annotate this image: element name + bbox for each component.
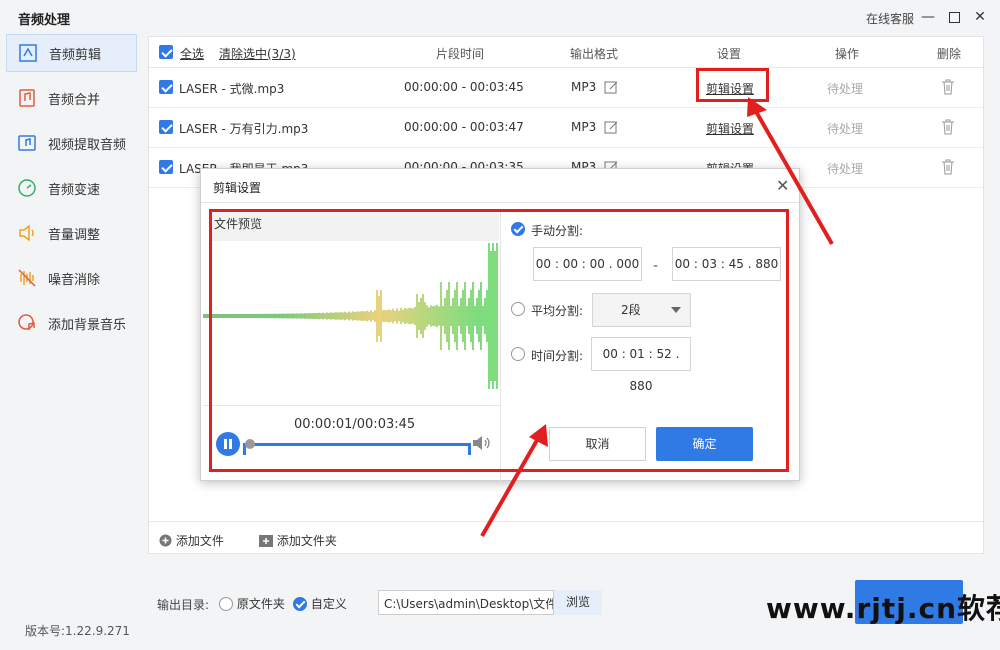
- row-checkbox[interactable]: [159, 160, 173, 174]
- speed-icon: [16, 177, 38, 199]
- sidebar-item-video-extract[interactable]: 视频提取音频: [6, 124, 137, 162]
- row-checkbox[interactable]: [159, 80, 173, 94]
- add-file-label: 添加文件: [175, 534, 224, 548]
- output-format: MP3: [571, 120, 597, 134]
- sidebar-item-audio-cut[interactable]: 音频剪辑: [6, 34, 137, 72]
- trash-icon[interactable]: [941, 79, 955, 98]
- version-label: 版本号:1.22.9.271: [25, 624, 130, 638]
- sidebar-item-noise[interactable]: 噪音消除: [6, 259, 137, 297]
- table-header: 全选 清除选中(3/3) 片段时间 输出格式 设置 操作 删除: [149, 37, 983, 68]
- header-output-format: 输出格式: [570, 47, 619, 61]
- clear-selection-link[interactable]: 清除选中(3/3): [219, 45, 296, 62]
- maximize-icon[interactable]: [944, 7, 964, 27]
- output-dir-label: 输出目录:: [157, 598, 210, 612]
- status-text: 待处理: [827, 162, 864, 176]
- header-settings: 设置: [717, 47, 742, 61]
- online-service-link[interactable]: 在线客服: [866, 10, 914, 27]
- title-bar: 音频处理 在线客服 — ✕: [0, 0, 1000, 34]
- sidebar-item-label: 视频提取音频: [48, 137, 127, 153]
- add-bar: 添加文件 添加文件夹: [149, 521, 983, 554]
- sidebar-item-volume[interactable]: 音量调整: [6, 214, 137, 252]
- radio-custom[interactable]: 自定义: [293, 595, 347, 612]
- audio-merge-icon: [16, 87, 38, 109]
- file-name: LASER - 式微.mp3: [179, 82, 285, 96]
- edit-icon[interactable]: [604, 80, 618, 97]
- sidebar-item-label: 噪音消除: [48, 272, 101, 288]
- annotation-box: [696, 68, 769, 102]
- sidebar-item-label: 音频剪辑: [49, 47, 102, 63]
- table-row: LASER - 式微.mp3 00:00:00 - 00:03:45 MP3 剪…: [149, 68, 983, 108]
- sidebar-item-label: 添加背景音乐: [48, 317, 127, 333]
- radio-label: 原文件夹: [236, 597, 285, 611]
- output-path-input[interactable]: C:\Users\admin\Desktop\文件: [378, 590, 554, 615]
- volume-icon: [16, 222, 38, 244]
- watermark: www.rjtj.cn软荐网: [766, 592, 1000, 625]
- header-segment-time: 片段时间: [436, 47, 485, 61]
- select-all-link[interactable]: 全选: [180, 45, 204, 62]
- minimize-icon[interactable]: —: [918, 7, 938, 27]
- sidebar-item-bgm[interactable]: 添加背景音乐: [6, 304, 137, 342]
- edit-icon[interactable]: [604, 120, 618, 137]
- status-text: 待处理: [827, 122, 864, 136]
- plus-circle-icon: [159, 534, 172, 547]
- audio-cut-icon: [17, 42, 39, 64]
- sidebar-item-label: 音量调整: [48, 227, 101, 243]
- close-icon[interactable]: ✕: [970, 7, 990, 27]
- radio-on[interactable]: [293, 596, 307, 611]
- file-name: LASER - 万有引力.mp3: [179, 122, 309, 136]
- segment-time: 00:00:00 - 00:03:45: [404, 80, 524, 94]
- header-action: 操作: [835, 47, 860, 61]
- sidebar-item-speed[interactable]: 音频变速: [6, 169, 137, 207]
- row-checkbox[interactable]: [159, 120, 173, 134]
- sidebar: 音频剪辑 音频合并 视频提取音频 音频变速 音量调整 噪音消除 添加背景音乐: [0, 34, 146, 614]
- trash-icon[interactable]: [941, 159, 955, 178]
- add-file-button[interactable]: 添加文件: [159, 532, 224, 549]
- trash-icon[interactable]: [941, 119, 955, 138]
- noise-icon: [16, 267, 38, 289]
- app-title: 音频处理: [18, 13, 71, 28]
- bgm-icon: [16, 312, 38, 334]
- close-icon[interactable]: ✕: [776, 176, 789, 195]
- dialog-title: 剪辑设置: [213, 181, 262, 195]
- add-folder-label: 添加文件夹: [276, 534, 337, 548]
- table-row: LASER - 万有引力.mp3 00:00:00 - 00:03:47 MP3…: [149, 108, 983, 148]
- header-delete: 删除: [937, 47, 962, 61]
- folder-plus-icon: [259, 534, 273, 547]
- clip-settings-link[interactable]: 剪辑设置: [706, 120, 754, 137]
- output-format: MP3: [571, 80, 597, 94]
- annotation-box: [209, 209, 789, 472]
- radio-original-folder[interactable]: 原文件夹: [219, 595, 285, 612]
- segment-time: 00:00:00 - 00:03:47: [404, 120, 524, 134]
- radio-off[interactable]: [219, 596, 233, 611]
- select-all-checkbox[interactable]: [159, 45, 173, 59]
- radio-label: 自定义: [310, 597, 347, 611]
- sidebar-item-label: 音频合并: [48, 92, 101, 108]
- video-extract-icon: [16, 132, 38, 154]
- sidebar-item-audio-merge[interactable]: 音频合并: [6, 79, 137, 117]
- status-text: 待处理: [827, 82, 864, 96]
- add-folder-button[interactable]: 添加文件夹: [259, 532, 337, 549]
- divider: [201, 202, 799, 203]
- sidebar-item-label: 音频变速: [48, 182, 101, 198]
- browse-button[interactable]: 浏览: [554, 590, 602, 615]
